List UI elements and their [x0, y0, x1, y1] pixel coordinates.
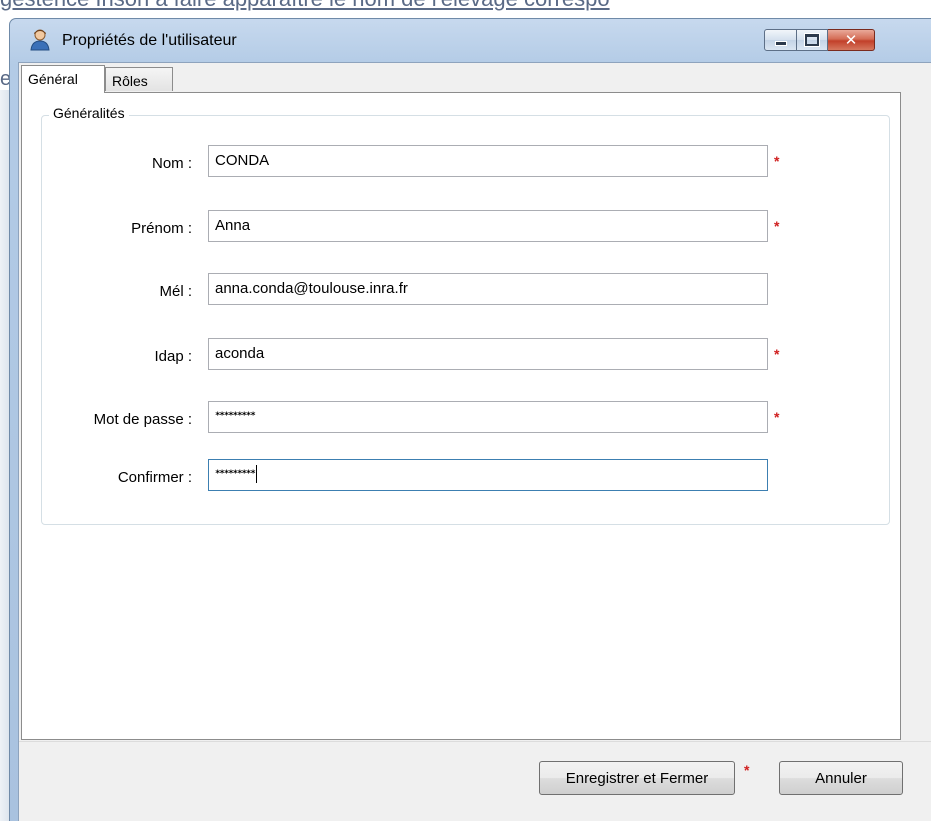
text-caret: [255, 464, 257, 483]
tab-roles[interactable]: Rôles: [105, 67, 173, 91]
maximize-icon: [805, 34, 819, 46]
close-icon: ✕: [844, 30, 858, 49]
password-field[interactable]: *********: [208, 401, 768, 433]
groupbox-title: Généralités: [49, 105, 129, 121]
password-label: Mot de passe :: [93, 411, 192, 428]
background-strip: [0, 90, 9, 821]
last-name-field[interactable]: CONDA: [208, 145, 768, 177]
save-and-close-button[interactable]: Enregistrer et Fermer: [539, 761, 735, 795]
title-bar[interactable]: Propriétés de l'utilisateur ✕: [10, 19, 931, 63]
maximize-button[interactable]: [797, 29, 828, 51]
password-required-marker: *: [774, 409, 780, 425]
button-bar-required-marker: *: [744, 762, 750, 778]
dialog-client-area: Général Rôles Généralités Nom : CONDA * …: [18, 62, 931, 821]
cancel-button[interactable]: Annuler: [779, 761, 903, 795]
window-title: Propriétés de l'utilisateur: [62, 32, 237, 49]
user-properties-dialog: Propriétés de l'utilisateur ✕ Général Rô…: [9, 18, 931, 821]
first-name-label: Prénom :: [131, 220, 192, 237]
ldap-field[interactable]: aconda: [208, 338, 768, 370]
close-button[interactable]: ✕: [828, 29, 875, 51]
confirm-password-label: Confirmer :: [117, 469, 192, 486]
last-name-label: Nom :: [151, 155, 192, 172]
first-name-field[interactable]: Anna: [208, 210, 768, 242]
ldap-required-marker: *: [774, 346, 780, 362]
first-name-required-marker: *: [774, 218, 780, 234]
button-bar: Enregistrer et Fermer * Annuler: [19, 741, 931, 821]
email-field[interactable]: anna.conda@toulouse.inra.fr: [208, 273, 768, 305]
ldap-label: Idap :: [154, 348, 192, 365]
user-icon: [30, 29, 50, 51]
last-name-required-marker: *: [774, 153, 780, 169]
minimize-icon: [774, 40, 787, 46]
confirm-password-value: *********: [215, 469, 256, 479]
email-label: Mél :: [159, 283, 192, 300]
background-page-text: gestence Inson à faire apparaître le nom…: [0, 0, 931, 12]
tab-general[interactable]: Général: [21, 65, 105, 93]
tab-page-general: Généralités Nom : CONDA * Prénom : Anna …: [21, 92, 901, 740]
confirm-password-field[interactable]: *********: [208, 459, 768, 491]
minimize-button[interactable]: [764, 29, 797, 51]
